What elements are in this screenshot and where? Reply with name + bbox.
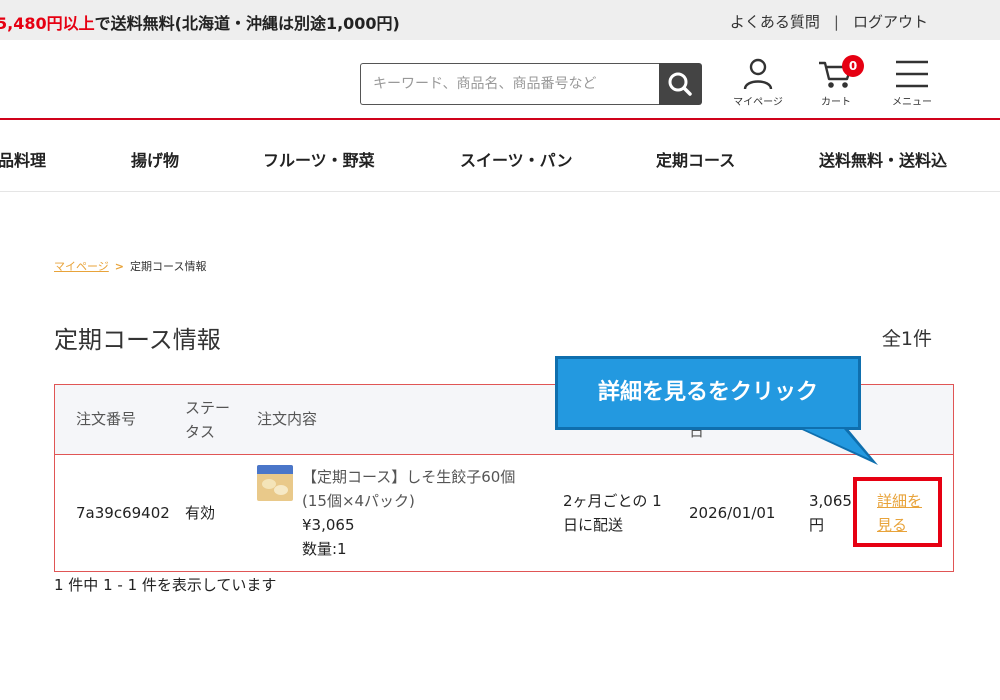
- cart-count-badge: 0: [842, 55, 864, 77]
- search-input[interactable]: [360, 63, 660, 105]
- header-content: 注文内容: [257, 410, 318, 428]
- row-price: ¥3,065: [302, 516, 355, 534]
- logout-link[interactable]: ログアウト: [853, 13, 928, 31]
- site-header: マイページ カート 0 メニュー: [0, 40, 1000, 120]
- row-amount-line1: 3,065: [809, 492, 852, 510]
- top-bar: 5,480円以上で送料無料(北海道・沖縄は別途1,000円) よくある質問 | ログ…: [0, 0, 1000, 40]
- row-cycle-line1: 2ヶ月ごとの 1: [563, 492, 662, 510]
- row-quantity: 数量:1: [302, 540, 347, 558]
- header-status-line2: タス: [185, 423, 216, 441]
- callout-pointer: [800, 429, 878, 465]
- category-nav: 品料理 揚げ物 フルーツ・野菜 スイーツ・パン 定期コース 送料無料・送料込: [0, 122, 1000, 192]
- mypage-label: マイページ: [733, 97, 783, 108]
- row-next-date: 2026/01/01: [689, 504, 776, 522]
- nav-item-dishes[interactable]: 品料理: [0, 147, 46, 171]
- row-order-no: 7a39c69402: [76, 504, 170, 522]
- faq-link[interactable]: よくある質問: [730, 13, 820, 31]
- detail-highlight-box: [853, 477, 942, 547]
- user-icon: [743, 58, 773, 90]
- row-status: 有効: [185, 504, 216, 522]
- search-box: [360, 63, 702, 105]
- promo-text: で送料無料(北海道・沖縄は別途1,000円): [94, 14, 400, 33]
- search-button[interactable]: [659, 63, 702, 105]
- row-product-name-line2: (15個×4パック): [302, 492, 415, 510]
- instruction-callout: 詳細を見るをクリック: [555, 356, 861, 430]
- row-product-name-line1: 【定期コース】しそ生餃子60個: [302, 468, 516, 486]
- top-links-separator: |: [833, 13, 839, 31]
- menu-button[interactable]: メニュー: [882, 57, 942, 108]
- menu-label: メニュー: [892, 97, 932, 108]
- page-title: 定期コース情報: [54, 326, 221, 354]
- row-amount-line2: 円: [809, 516, 825, 534]
- nav-item-fruit-vegetables[interactable]: フルーツ・野菜: [263, 147, 375, 171]
- mypage-button[interactable]: マイページ: [728, 57, 788, 108]
- cart-label: カート: [821, 97, 851, 108]
- breadcrumb-current: 定期コース情報: [130, 260, 207, 273]
- nav-item-subscription[interactable]: 定期コース: [656, 147, 735, 171]
- search-icon: [668, 72, 692, 96]
- header-status-line1: ステー: [185, 399, 231, 417]
- shipping-promo: 5,480円以上で送料無料(北海道・沖縄は別途1,000円): [0, 10, 400, 34]
- chevron-right-icon: >: [114, 260, 124, 273]
- header-order-no: 注文番号: [76, 410, 137, 428]
- top-links: よくある質問 | ログアウト: [730, 11, 928, 32]
- promo-threshold: 5,480円以上: [0, 14, 95, 33]
- cart-button[interactable]: カート 0: [806, 55, 866, 108]
- breadcrumb: マイページ > 定期コース情報: [54, 258, 206, 274]
- breadcrumb-mypage-link[interactable]: マイページ: [54, 260, 109, 273]
- nav-item-free-shipping[interactable]: 送料無料・送料込: [819, 147, 947, 171]
- row-cycle-line2: 日に配送: [563, 516, 624, 534]
- product-thumbnail: [257, 465, 293, 501]
- nav-item-sweets-bread[interactable]: スイーツ・パン: [460, 147, 572, 171]
- nav-item-fried[interactable]: 揚げ物: [131, 147, 179, 171]
- hamburger-icon: [896, 60, 928, 88]
- pagination-summary: 1 件中 1 - 1 件を表示しています: [54, 576, 277, 594]
- result-count: 全1件: [881, 328, 932, 350]
